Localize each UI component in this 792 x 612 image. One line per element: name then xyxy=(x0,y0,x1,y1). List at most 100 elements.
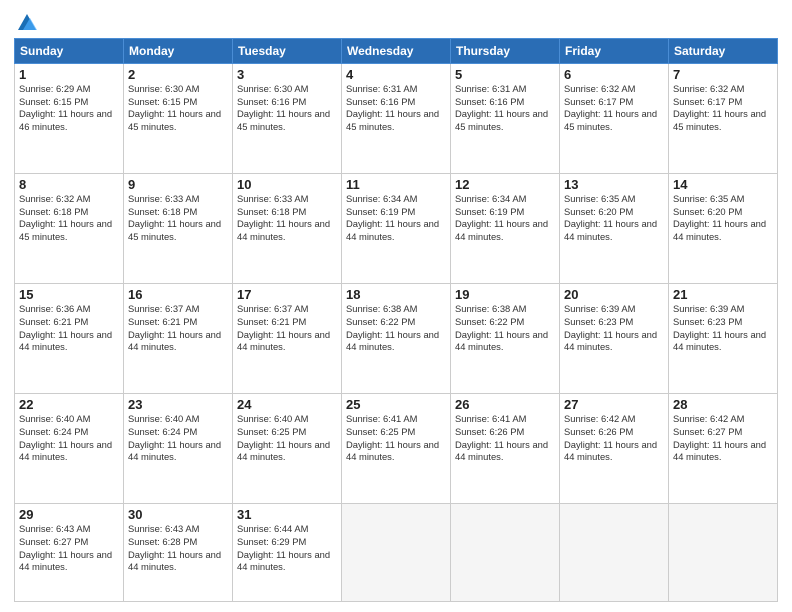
day-number: 26 xyxy=(455,397,555,412)
day-number: 30 xyxy=(128,507,228,522)
cell-sunrise: Sunrise: 6:32 AMSunset: 6:17 PMDaylight:… xyxy=(564,83,657,132)
day-number: 22 xyxy=(19,397,119,412)
day-number: 23 xyxy=(128,397,228,412)
day-number: 9 xyxy=(128,177,228,192)
cell-sunrise: Sunrise: 6:32 AMSunset: 6:18 PMDaylight:… xyxy=(19,193,112,242)
cell-sunrise: Sunrise: 6:30 AMSunset: 6:15 PMDaylight:… xyxy=(128,83,221,132)
table-row: 12 Sunrise: 6:34 AMSunset: 6:19 PMDaylig… xyxy=(451,174,560,284)
cell-sunrise: Sunrise: 6:39 AMSunset: 6:23 PMDaylight:… xyxy=(564,303,657,352)
col-monday: Monday xyxy=(124,39,233,64)
cell-sunrise: Sunrise: 6:39 AMSunset: 6:23 PMDaylight:… xyxy=(673,303,766,352)
cell-sunrise: Sunrise: 6:30 AMSunset: 6:16 PMDaylight:… xyxy=(237,83,330,132)
table-row: 1 Sunrise: 6:29 AMSunset: 6:15 PMDayligh… xyxy=(15,64,124,174)
cell-sunrise: Sunrise: 6:43 AMSunset: 6:27 PMDaylight:… xyxy=(19,523,112,572)
day-number: 1 xyxy=(19,67,119,82)
table-row: 10 Sunrise: 6:33 AMSunset: 6:18 PMDaylig… xyxy=(233,174,342,284)
col-thursday: Thursday xyxy=(451,39,560,64)
table-row: 7 Sunrise: 6:32 AMSunset: 6:17 PMDayligh… xyxy=(669,64,778,174)
calendar-week-row: 1 Sunrise: 6:29 AMSunset: 6:15 PMDayligh… xyxy=(15,64,778,174)
col-sunday: Sunday xyxy=(15,39,124,64)
table-row: 9 Sunrise: 6:33 AMSunset: 6:18 PMDayligh… xyxy=(124,174,233,284)
table-row: 2 Sunrise: 6:30 AMSunset: 6:15 PMDayligh… xyxy=(124,64,233,174)
calendar-header-row: Sunday Monday Tuesday Wednesday Thursday… xyxy=(15,39,778,64)
table-row: 31 Sunrise: 6:44 AMSunset: 6:29 PMDaylig… xyxy=(233,504,342,602)
table-row: 21 Sunrise: 6:39 AMSunset: 6:23 PMDaylig… xyxy=(669,284,778,394)
day-number: 4 xyxy=(346,67,446,82)
cell-sunrise: Sunrise: 6:31 AMSunset: 6:16 PMDaylight:… xyxy=(455,83,548,132)
table-row: 11 Sunrise: 6:34 AMSunset: 6:19 PMDaylig… xyxy=(342,174,451,284)
table-row: 3 Sunrise: 6:30 AMSunset: 6:16 PMDayligh… xyxy=(233,64,342,174)
cell-sunrise: Sunrise: 6:33 AMSunset: 6:18 PMDaylight:… xyxy=(128,193,221,242)
col-friday: Friday xyxy=(560,39,669,64)
day-number: 18 xyxy=(346,287,446,302)
table-row: 29 Sunrise: 6:43 AMSunset: 6:27 PMDaylig… xyxy=(15,504,124,602)
cell-sunrise: Sunrise: 6:41 AMSunset: 6:25 PMDaylight:… xyxy=(346,413,439,462)
header xyxy=(14,12,778,30)
table-row: 24 Sunrise: 6:40 AMSunset: 6:25 PMDaylig… xyxy=(233,394,342,504)
table-row: 22 Sunrise: 6:40 AMSunset: 6:24 PMDaylig… xyxy=(15,394,124,504)
day-number: 8 xyxy=(19,177,119,192)
day-number: 25 xyxy=(346,397,446,412)
table-row: 26 Sunrise: 6:41 AMSunset: 6:26 PMDaylig… xyxy=(451,394,560,504)
table-row: 20 Sunrise: 6:39 AMSunset: 6:23 PMDaylig… xyxy=(560,284,669,394)
day-number: 16 xyxy=(128,287,228,302)
table-row xyxy=(342,504,451,602)
table-row: 28 Sunrise: 6:42 AMSunset: 6:27 PMDaylig… xyxy=(669,394,778,504)
cell-sunrise: Sunrise: 6:38 AMSunset: 6:22 PMDaylight:… xyxy=(346,303,439,352)
calendar-table: Sunday Monday Tuesday Wednesday Thursday… xyxy=(14,38,778,602)
page: Sunday Monday Tuesday Wednesday Thursday… xyxy=(0,0,792,612)
table-row: 6 Sunrise: 6:32 AMSunset: 6:17 PMDayligh… xyxy=(560,64,669,174)
cell-sunrise: Sunrise: 6:37 AMSunset: 6:21 PMDaylight:… xyxy=(128,303,221,352)
day-number: 6 xyxy=(564,67,664,82)
day-number: 24 xyxy=(237,397,337,412)
table-row: 4 Sunrise: 6:31 AMSunset: 6:16 PMDayligh… xyxy=(342,64,451,174)
logo xyxy=(14,12,38,30)
day-number: 15 xyxy=(19,287,119,302)
cell-sunrise: Sunrise: 6:41 AMSunset: 6:26 PMDaylight:… xyxy=(455,413,548,462)
cell-sunrise: Sunrise: 6:34 AMSunset: 6:19 PMDaylight:… xyxy=(346,193,439,242)
cell-sunrise: Sunrise: 6:32 AMSunset: 6:17 PMDaylight:… xyxy=(673,83,766,132)
cell-sunrise: Sunrise: 6:43 AMSunset: 6:28 PMDaylight:… xyxy=(128,523,221,572)
table-row: 23 Sunrise: 6:40 AMSunset: 6:24 PMDaylig… xyxy=(124,394,233,504)
table-row: 15 Sunrise: 6:36 AMSunset: 6:21 PMDaylig… xyxy=(15,284,124,394)
day-number: 31 xyxy=(237,507,337,522)
day-number: 19 xyxy=(455,287,555,302)
day-number: 10 xyxy=(237,177,337,192)
cell-sunrise: Sunrise: 6:29 AMSunset: 6:15 PMDaylight:… xyxy=(19,83,112,132)
day-number: 29 xyxy=(19,507,119,522)
calendar-week-row: 29 Sunrise: 6:43 AMSunset: 6:27 PMDaylig… xyxy=(15,504,778,602)
day-number: 20 xyxy=(564,287,664,302)
table-row: 5 Sunrise: 6:31 AMSunset: 6:16 PMDayligh… xyxy=(451,64,560,174)
day-number: 21 xyxy=(673,287,773,302)
table-row xyxy=(560,504,669,602)
cell-sunrise: Sunrise: 6:37 AMSunset: 6:21 PMDaylight:… xyxy=(237,303,330,352)
day-number: 7 xyxy=(673,67,773,82)
cell-sunrise: Sunrise: 6:35 AMSunset: 6:20 PMDaylight:… xyxy=(564,193,657,242)
cell-sunrise: Sunrise: 6:44 AMSunset: 6:29 PMDaylight:… xyxy=(237,523,330,572)
calendar-week-row: 22 Sunrise: 6:40 AMSunset: 6:24 PMDaylig… xyxy=(15,394,778,504)
table-row: 14 Sunrise: 6:35 AMSunset: 6:20 PMDaylig… xyxy=(669,174,778,284)
day-number: 13 xyxy=(564,177,664,192)
cell-sunrise: Sunrise: 6:33 AMSunset: 6:18 PMDaylight:… xyxy=(237,193,330,242)
day-number: 28 xyxy=(673,397,773,412)
cell-sunrise: Sunrise: 6:35 AMSunset: 6:20 PMDaylight:… xyxy=(673,193,766,242)
cell-sunrise: Sunrise: 6:42 AMSunset: 6:26 PMDaylight:… xyxy=(564,413,657,462)
cell-sunrise: Sunrise: 6:34 AMSunset: 6:19 PMDaylight:… xyxy=(455,193,548,242)
day-number: 14 xyxy=(673,177,773,192)
cell-sunrise: Sunrise: 6:31 AMSunset: 6:16 PMDaylight:… xyxy=(346,83,439,132)
cell-sunrise: Sunrise: 6:40 AMSunset: 6:24 PMDaylight:… xyxy=(19,413,112,462)
cell-sunrise: Sunrise: 6:40 AMSunset: 6:25 PMDaylight:… xyxy=(237,413,330,462)
logo-icon xyxy=(16,12,38,34)
col-saturday: Saturday xyxy=(669,39,778,64)
calendar-week-row: 8 Sunrise: 6:32 AMSunset: 6:18 PMDayligh… xyxy=(15,174,778,284)
table-row xyxy=(669,504,778,602)
day-number: 11 xyxy=(346,177,446,192)
day-number: 27 xyxy=(564,397,664,412)
table-row: 27 Sunrise: 6:42 AMSunset: 6:26 PMDaylig… xyxy=(560,394,669,504)
day-number: 5 xyxy=(455,67,555,82)
table-row: 30 Sunrise: 6:43 AMSunset: 6:28 PMDaylig… xyxy=(124,504,233,602)
table-row: 18 Sunrise: 6:38 AMSunset: 6:22 PMDaylig… xyxy=(342,284,451,394)
table-row: 8 Sunrise: 6:32 AMSunset: 6:18 PMDayligh… xyxy=(15,174,124,284)
table-row: 17 Sunrise: 6:37 AMSunset: 6:21 PMDaylig… xyxy=(233,284,342,394)
table-row: 16 Sunrise: 6:37 AMSunset: 6:21 PMDaylig… xyxy=(124,284,233,394)
